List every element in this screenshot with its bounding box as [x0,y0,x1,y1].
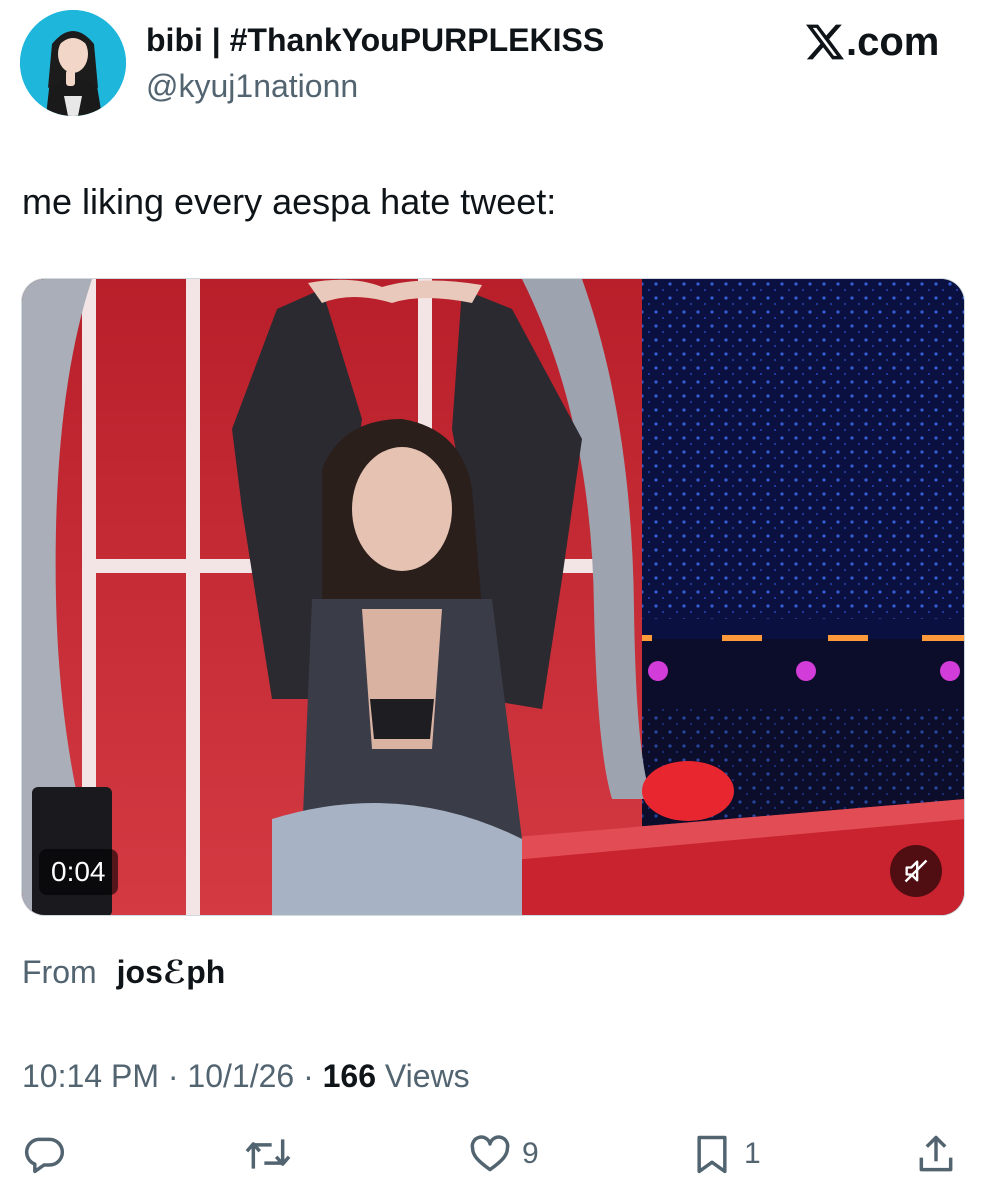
from-label: From [22,954,97,990]
share-icon [919,1135,953,1172]
tweet-text: me liking every aespa hate tweet: [22,181,557,222]
video-attribution: From josℰph [22,952,225,992]
heart-icon [470,1135,510,1172]
profile-photo [20,10,126,116]
share-button[interactable] [914,1126,958,1182]
action-bar: 9 1 [0,1126,986,1182]
tweet-time[interactable]: 10:14 PM [22,1058,159,1094]
bookmark-icon [697,1135,727,1174]
user-handle[interactable]: @kyuj1nationn [146,66,358,106]
tweet-metadata: 10:14 PM · 10/1/26 · 166 Views [22,1056,470,1096]
reply-icon [24,1137,65,1174]
views-label: Views [384,1058,470,1094]
display-name[interactable]: bibi | #ThankYouPURPLEKISS [146,20,604,60]
mute-button[interactable] [890,845,942,897]
reply-button[interactable] [22,1126,66,1182]
retweet-button[interactable] [244,1126,292,1182]
separator: · [167,1058,179,1094]
video-duration-badge: 0:04 [39,849,118,895]
tweet-date[interactable]: 10/1/26 [187,1058,294,1094]
video-frame [22,279,964,915]
like-button[interactable]: 9 [468,1126,539,1182]
x-brand-logo: .com [806,20,939,64]
bookmark-button[interactable]: 1 [690,1126,761,1182]
avatar[interactable] [20,10,126,116]
brand-domain-text: .com [846,20,940,64]
attribution-user-link[interactable]: josℰph [117,954,226,990]
x-logo-icon [806,24,844,60]
views-count: 166 [322,1058,376,1094]
video-player[interactable]: 0:04 [21,278,965,916]
like-count: 9 [522,1137,539,1170]
bookmark-count: 1 [744,1137,761,1170]
retweet-icon [245,1139,291,1169]
muted-speaker-icon [904,859,928,883]
separator: · [303,1058,314,1094]
